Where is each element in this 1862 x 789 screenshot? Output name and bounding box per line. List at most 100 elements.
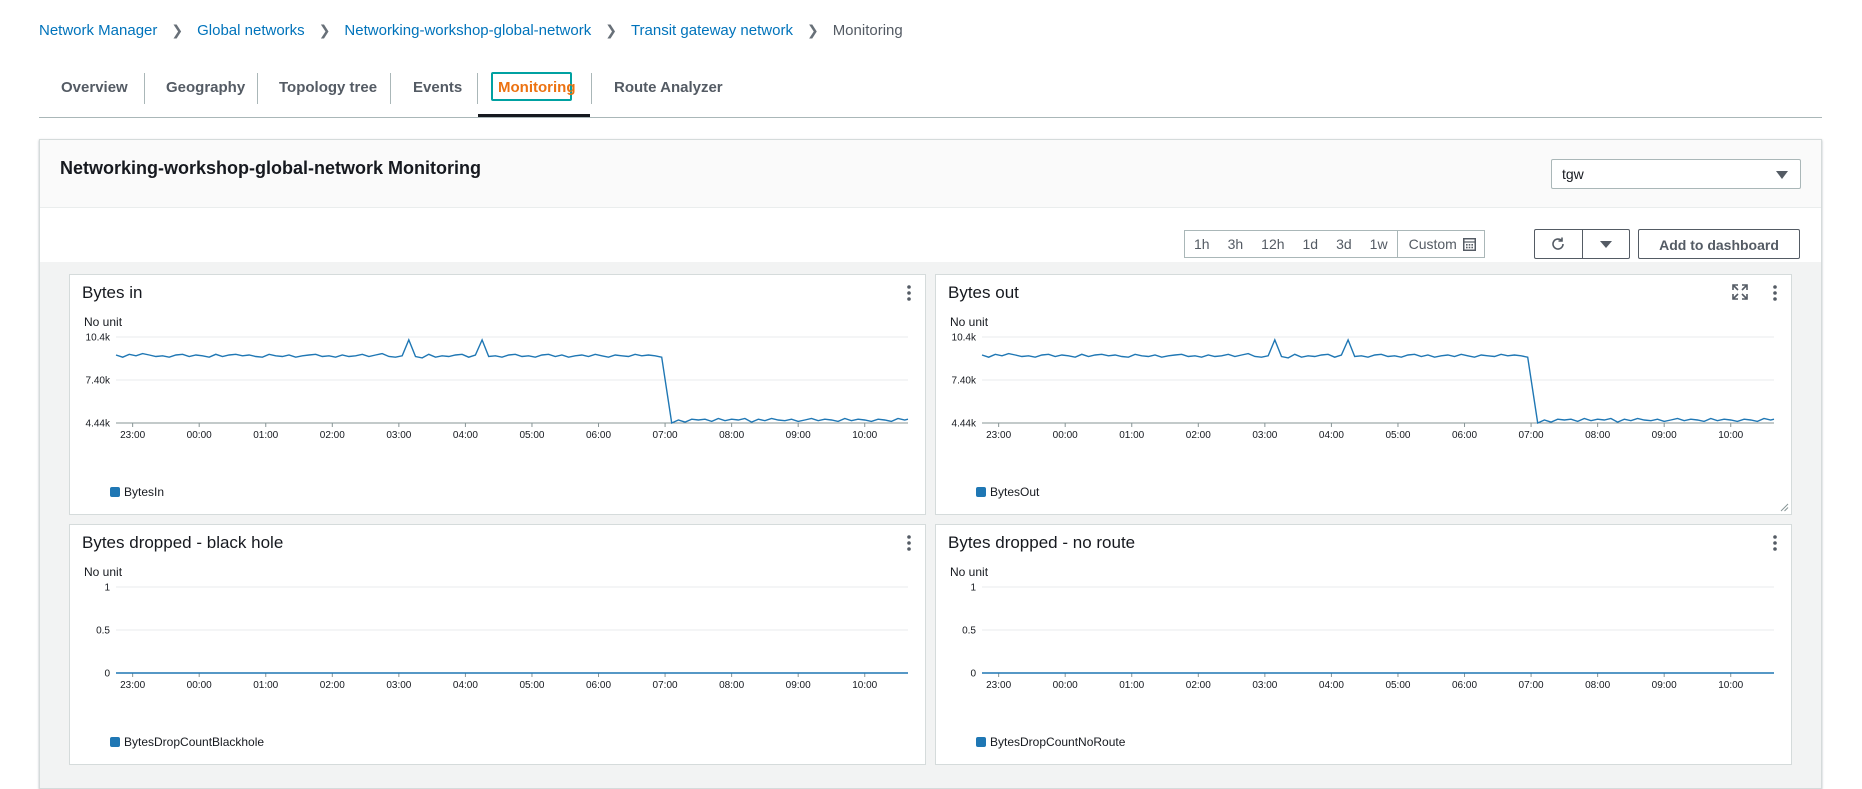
x-tick-label: 01:00 <box>1119 430 1144 441</box>
tab-overview[interactable]: Overview <box>61 70 128 116</box>
resize-handle-icon[interactable] <box>1779 502 1789 512</box>
x-tick-label: 10:00 <box>1718 430 1743 441</box>
x-tick-label: 01:00 <box>253 680 278 691</box>
breadcrumb-network-manager[interactable]: Network Manager <box>39 22 157 39</box>
range-3h[interactable]: 3h <box>1219 231 1253 257</box>
x-tick-label: 10:00 <box>1718 680 1743 691</box>
add-to-dashboard-button[interactable]: Add to dashboard <box>1638 229 1800 259</box>
x-tick-label: 02:00 <box>1186 680 1211 691</box>
caret-down-icon <box>1776 171 1788 179</box>
range-1h[interactable]: 1h <box>1185 231 1219 257</box>
widget-title: Bytes dropped - black hole <box>82 533 284 552</box>
breadcrumb-transit-gateway-network[interactable]: Transit gateway network <box>631 22 793 39</box>
legend-swatch <box>976 737 986 747</box>
range-custom[interactable]: Custom <box>1396 231 1484 257</box>
x-tick-label: 07:00 <box>653 680 678 691</box>
refresh-icon <box>1552 237 1565 250</box>
x-tick-label: 04:00 <box>1319 430 1344 441</box>
tab-route-analyzer[interactable]: Route Analyzer <box>614 70 723 116</box>
x-tick-label: 06:00 <box>586 430 611 441</box>
y-tick-label: 0.5 <box>962 626 976 637</box>
chevron-right-icon: ❯ <box>318 22 331 38</box>
chevron-right-icon: ❯ <box>171 22 184 38</box>
legend-swatch <box>976 487 986 497</box>
y-tick-label: 0.5 <box>96 626 110 637</box>
x-tick-label: 23:00 <box>986 430 1011 441</box>
panel-title: Networking-workshop-global-network Monit… <box>60 158 481 178</box>
x-tick-label: 10:00 <box>852 680 877 691</box>
widget-unit-label: No unit <box>84 315 123 329</box>
x-tick-label: 08:00 <box>719 680 744 691</box>
widget-unit-label: No unit <box>950 315 989 329</box>
tab-events[interactable]: Events <box>413 70 462 116</box>
widget-title: Bytes in <box>82 283 143 302</box>
refresh-interval-dropdown[interactable] <box>1581 230 1630 258</box>
legend: BytesIn <box>110 485 164 499</box>
y-tick-label: 0 <box>970 669 976 680</box>
x-tick-label: 08:00 <box>719 430 744 441</box>
range-1w[interactable]: 1w <box>1361 231 1397 257</box>
y-tick-label: 7.40k <box>952 376 977 387</box>
tab-divider <box>390 73 391 104</box>
breadcrumb-global-network[interactable]: Networking-workshop-global-network <box>344 22 591 39</box>
tab-monitoring[interactable]: Monitoring <box>478 70 590 117</box>
x-tick-label: 00:00 <box>187 430 212 441</box>
resource-select-value: tgw <box>1562 166 1584 182</box>
x-tick-label: 08:00 <box>1585 430 1610 441</box>
legend-label: BytesDropCountBlackhole <box>124 735 265 749</box>
y-tick-label: 4.44k <box>952 419 977 430</box>
widget-bytes-in: 10.4k 7.40k 4.44k 23:00 00:00 01:00 02:00 03:00… <box>69 274 926 515</box>
x-tick-label: 09:00 <box>786 430 811 441</box>
range-3d[interactable]: 3d <box>1327 231 1361 257</box>
x-tick-label: 02:00 <box>1186 430 1211 441</box>
y-tick-label: 10.4k <box>952 333 977 344</box>
caret-down-icon <box>1599 240 1612 248</box>
tab-divider <box>257 73 258 104</box>
legend-label: BytesOut <box>990 485 1040 499</box>
x-tick-label: 02:00 <box>320 680 345 691</box>
legend-swatch <box>110 737 120 747</box>
x-tick-label: 07:00 <box>1519 430 1544 441</box>
legend: BytesDropCountBlackhole <box>110 735 264 749</box>
more-options-icon[interactable] <box>903 533 915 553</box>
tab-topology-tree[interactable]: Topology tree <box>279 70 377 116</box>
refresh-button[interactable] <box>1535 230 1582 258</box>
panel-header: Networking-workshop-global-network Monit… <box>40 140 1821 208</box>
x-tick-label: 05:00 <box>1385 680 1410 691</box>
breadcrumb-global-networks[interactable]: Global networks <box>197 22 305 39</box>
legend: BytesOut <box>976 485 1039 499</box>
series-line <box>115 338 909 425</box>
widget-title: Bytes dropped - no route <box>948 533 1136 552</box>
resource-select[interactable]: tgw <box>1551 159 1801 189</box>
x-tick-label: 09:00 <box>1652 430 1677 441</box>
time-range-selector: 1h 3h 12h 1d 3d 1w Custom <box>1184 230 1485 258</box>
range-custom-label: Custom <box>1408 236 1457 252</box>
x-tick-label: 09:00 <box>786 680 811 691</box>
range-12h[interactable]: 12h <box>1252 231 1293 257</box>
x-tick-label: 07:00 <box>653 430 678 441</box>
x-tick-label: 23:00 <box>986 680 1011 691</box>
expand-icon[interactable] <box>1731 283 1749 301</box>
chart-bytes-in: 10.4k 7.40k 4.44k 23:00 00:00 01:00 02:00 03:00… <box>86 333 909 441</box>
tab-bar: Overview Geography Topology tree Events … <box>39 70 1822 118</box>
y-tick-label: 4.44k <box>86 419 111 430</box>
x-tick-label: 00:00 <box>1053 430 1078 441</box>
refresh-control <box>1534 229 1630 259</box>
legend-label: BytesDropCountNoRoute <box>990 735 1126 749</box>
tab-monitoring-label: Monitoring <box>498 79 576 96</box>
legend: BytesDropCountNoRoute <box>976 735 1125 749</box>
x-tick-label: 03:00 <box>1252 680 1277 691</box>
tab-geography[interactable]: Geography <box>166 70 245 116</box>
x-tick-label: 23:00 <box>120 680 145 691</box>
range-1d[interactable]: 1d <box>1294 231 1328 257</box>
x-tick-label: 01:00 <box>1119 680 1144 691</box>
chevron-right-icon: ❯ <box>806 22 819 38</box>
more-options-icon[interactable] <box>903 283 915 303</box>
x-tick-label: 06:00 <box>1452 680 1477 691</box>
more-options-icon[interactable] <box>1769 283 1781 303</box>
tab-divider <box>591 73 592 104</box>
y-tick-label: 1 <box>970 583 976 594</box>
x-tick-label: 06:00 <box>1452 430 1477 441</box>
x-tick-label: 06:00 <box>586 680 611 691</box>
more-options-icon[interactable] <box>1769 533 1781 553</box>
